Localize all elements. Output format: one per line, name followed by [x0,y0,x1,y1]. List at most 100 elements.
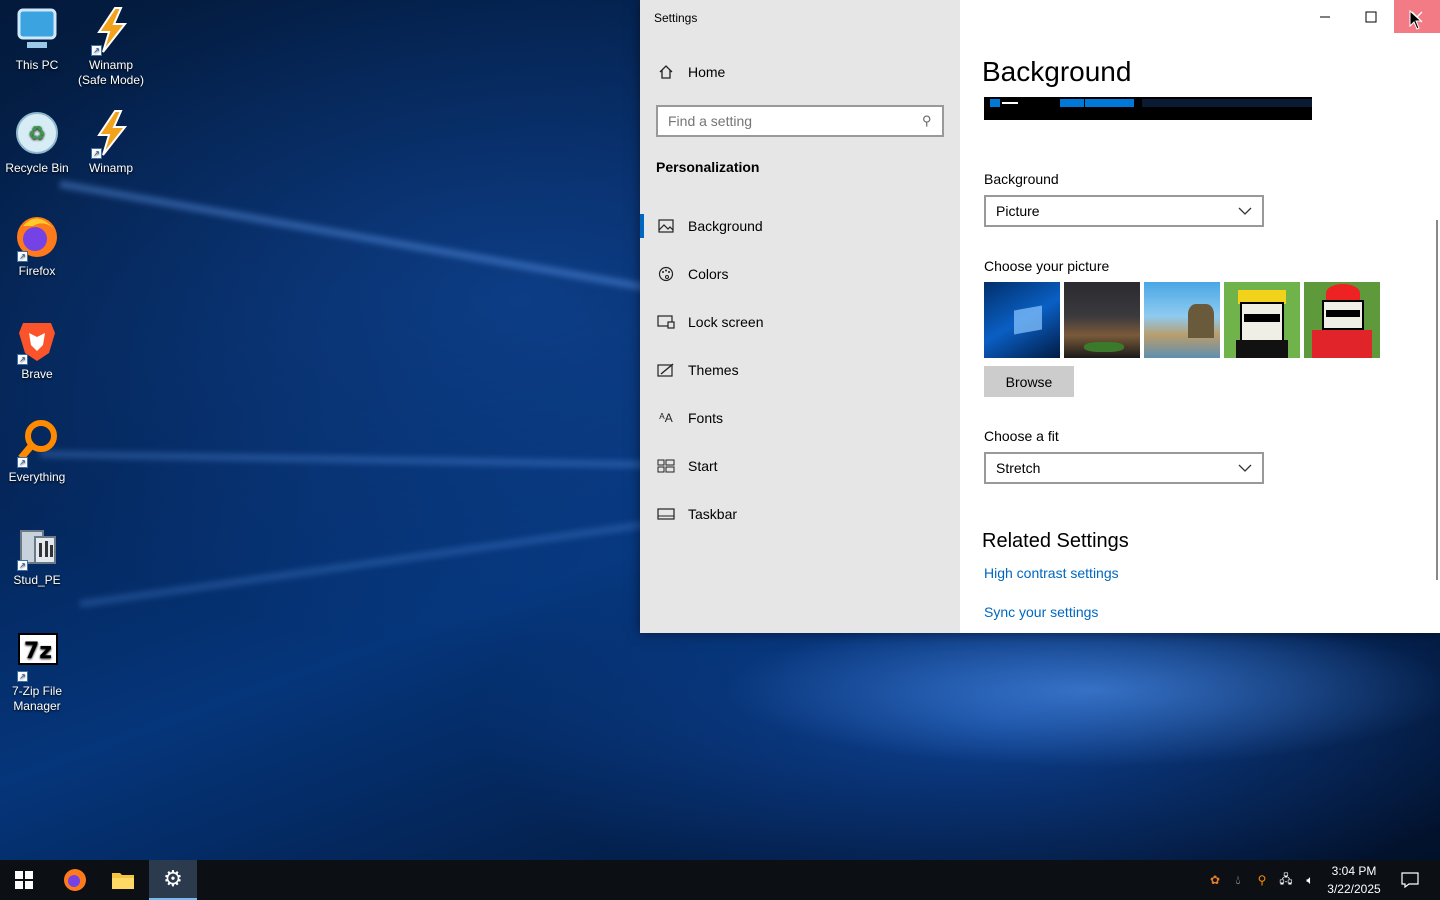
taskbar-file-explorer[interactable] [99,860,147,900]
find-setting-search[interactable]: ⚲ [656,105,944,137]
nav-item-background[interactable]: Background [640,206,960,246]
nav-label: Fonts [688,410,724,426]
fit-dropdown[interactable]: Stretch [984,452,1264,484]
home-label: Home [688,64,726,80]
page-title: Background [982,56,1132,87]
wallpaper-light-beam [59,180,691,300]
fonts-icon: ᴬA [659,411,673,425]
nav-label: Lock screen [688,314,764,330]
chevron-down-icon [1238,464,1252,472]
taskbar-settings[interactable]: ⚙ [149,860,197,900]
magnifier-icon: ↗ [13,418,61,468]
picture-thumbnail[interactable] [1144,282,1220,358]
notification-icon [1401,872,1419,888]
7zip-icon: 7z ↗ [13,632,61,682]
settings-content: Background Background Picture Choose you… [982,0,1422,633]
settings-sidebar: Settings Home ⚲ Personalization Backgrou… [640,0,960,633]
scrollbar[interactable] [1436,220,1438,580]
picture-thumbnail[interactable] [984,282,1060,358]
wallpaper-light-beam [79,516,675,608]
action-center-button[interactable] [1386,860,1434,900]
section-title: Personalization [656,159,760,175]
nav-item-fonts[interactable]: ᴬA Fonts [640,398,960,438]
desktop-icon-recycle-bin[interactable]: ♻ Recycle Bin [1,109,73,176]
tray-app-icon[interactable]: ✿ [1204,873,1226,887]
shortcut-arrow-icon: ↗ [17,671,28,682]
taskbar-firefox[interactable] [51,860,99,900]
home-nav-item[interactable]: Home [656,62,725,82]
tray-drop-icon[interactable]: 💧︎ [1226,873,1250,888]
winamp-icon: ↗ [87,6,135,56]
desktop-icon-winamp[interactable]: ↗ Winamp [75,109,147,176]
recycle-bin-icon: ♻ [13,109,61,157]
desktop-icon-this-pc[interactable]: This PC [1,6,73,73]
nav-item-lock-screen[interactable]: Lock screen [640,302,960,342]
svg-text:♻: ♻ [28,121,46,145]
picture-thumbnail[interactable] [1064,282,1140,358]
nav-label: Colors [688,266,729,282]
nav-label: Start [688,458,718,474]
network-icon[interactable]: 🖧︎ [1274,870,1298,891]
desktop-icon-label: Recycle Bin [5,161,69,175]
desktop-icon-label: 7-Zip File Manager [11,684,62,713]
tray-everything-icon[interactable]: ⚲ [1250,873,1274,887]
picture-thumbnail[interactable] [1304,282,1380,358]
brave-icon: ↗ [13,315,61,365]
home-icon [656,62,676,82]
dropdown-value: Picture [996,203,1040,219]
nav-item-taskbar[interactable]: Taskbar [640,494,960,534]
desktop-icon-firefox[interactable]: ↗ Firefox [1,212,73,279]
background-type-dropdown[interactable]: Picture [984,195,1264,227]
window-title: Settings [654,11,698,25]
themes-icon [656,360,676,380]
background-type-label: Background [984,171,1059,187]
sync-settings-link[interactable]: Sync your settings [984,604,1098,620]
monitor-icon [13,6,61,54]
nav-item-colors[interactable]: Colors [640,254,960,294]
desktop-icon-everything[interactable]: ↗ Everything [1,418,73,485]
dropdown-value: Stretch [996,460,1041,476]
nav-item-themes[interactable]: Themes [640,350,960,390]
background-preview [984,97,1312,120]
clock[interactable]: 3:04 PM 3/22/2025 [1322,862,1386,898]
nav-label: Themes [688,362,739,378]
stud-pe-icon: ↗ [13,521,61,571]
picture-thumbnail[interactable] [1224,282,1300,358]
browse-button[interactable]: Browse [984,366,1074,397]
choose-picture-label: Choose your picture [984,258,1110,274]
system-tray: ✿ 💧︎ ⚲ 🖧︎ 🔈︎ [1204,860,1322,900]
desktop-icon-label: Brave [21,367,53,381]
picture-thumbnails [984,282,1380,358]
desktop-icon-label: Stud_PE [13,573,61,587]
nav-label: Taskbar [688,506,738,522]
choose-fit-label: Choose a fit [984,428,1059,444]
desktop-icon-brave[interactable]: ↗ Brave [1,315,73,382]
desktop-icon-7zip[interactable]: 7z ↗ 7-Zip File Manager [1,632,73,714]
chevron-down-icon [1238,207,1252,215]
firefox-icon [64,869,86,891]
clock-date: 3/22/2025 [1327,882,1381,896]
search-input[interactable] [668,113,923,129]
lock-screen-icon [656,312,676,332]
shortcut-arrow-icon: ↗ [17,251,28,262]
related-settings-title: Related Settings [982,530,1129,552]
palette-icon [656,264,676,284]
start-button[interactable] [0,860,48,900]
wallpaper-light-beam [39,450,660,469]
shortcut-arrow-icon: ↗ [17,354,28,365]
shortcut-arrow-icon: ↗ [91,45,102,56]
volume-icon[interactable]: 🔈︎ [1298,873,1322,888]
desktop-icon-label: Firefox [18,264,56,278]
search-icon[interactable]: ⚲ [922,113,932,129]
desktop-icon-stud-pe[interactable]: ↗ Stud_PE [1,521,73,588]
nav-item-start[interactable]: Start [640,446,960,486]
high-contrast-link[interactable]: High contrast settings [984,565,1119,581]
settings-window: Settings Home ⚲ Personalization Backgrou… [640,0,1440,633]
firefox-icon: ↗ [13,212,61,262]
desktop-icon-label: This PC [15,58,59,72]
picture-icon [656,216,676,236]
desktop-icon-winamp-safe[interactable]: ↗ Winamp (Safe Mode) [75,6,147,88]
nav-label: Background [688,218,763,234]
taskbar-icon [656,504,676,524]
start-icon [656,456,676,476]
